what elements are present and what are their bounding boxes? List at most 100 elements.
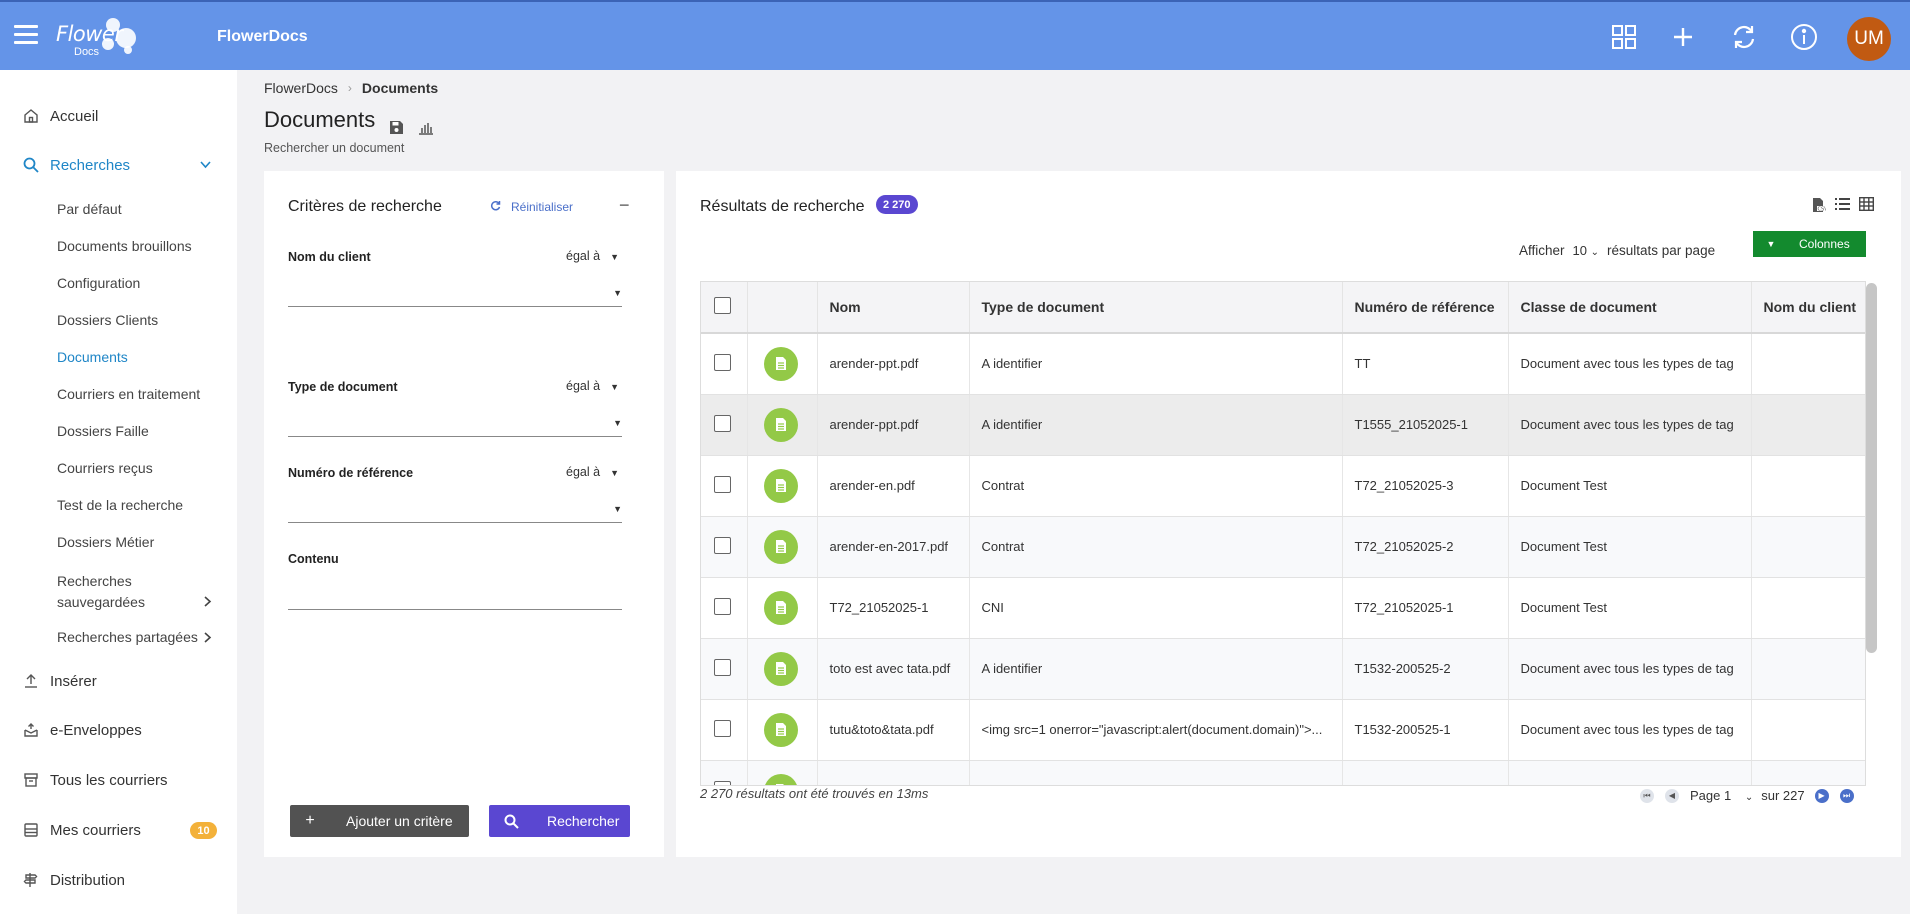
row-checkbox[interactable] [714,475,731,493]
plus-icon[interactable] [1668,22,1698,52]
apps-grid-icon[interactable] [1609,22,1639,52]
info-icon[interactable] [1789,22,1819,52]
cell-numero-reference: T1555_21052025-1 [1342,394,1509,456]
icon-column-header [747,282,818,334]
sidebar-item-mes-courriers[interactable]: Mes courriers 10 [0,815,237,845]
menu-icon[interactable] [14,25,38,45]
envelope-upload-icon [22,721,40,739]
sidebar-subitem-courriers-recus[interactable]: Courriers reçus [57,460,153,476]
row-checkbox[interactable] [714,719,731,737]
sidebar-subitem-dossiers-faille[interactable]: Dossiers Faille [57,423,149,439]
select-all-checkbox[interactable] [714,297,731,314]
per-page-control: Afficher 10 ⌄ résultats par page [1519,243,1715,258]
sidebar-item-e-enveloppes[interactable]: e-Enveloppes [0,715,237,745]
row-checkbox[interactable] [714,536,731,554]
column-header-type-document[interactable]: Type de document [969,282,1343,334]
table-scrollbar[interactable] [1866,283,1877,653]
row-checkbox[interactable] [714,353,731,371]
unread-badge: 10 [190,822,217,839]
cell-nom-client [1751,638,1865,700]
cell-nom-client [1751,577,1865,639]
column-header-classe-document[interactable]: Classe de document [1508,282,1752,334]
sidebar-subitem-par-defaut[interactable]: Par défaut [57,201,122,217]
refresh-icon[interactable] [1729,22,1759,52]
table-row[interactable]: T72_21052025-1 CNI T72_21052025-1 Document … [701,577,1865,639]
numero-reference-field[interactable]: ▼ [288,497,622,523]
chevron-right-icon[interactable] [204,632,212,646]
sidebar-subitem-dossiers-clients[interactable]: Dossiers Clients [57,312,158,328]
home-icon [22,107,40,125]
table-row[interactable]: arender-ppt.pdf A identifier T1555_2105202… [701,394,1865,456]
table-row[interactable]: arender-ppt.pdf A identifier TT Document av… [701,333,1865,395]
page-select[interactable]: Page 1 ⌄ [1690,788,1753,803]
add-criterion-button[interactable]: + Ajouter un critère [290,805,469,837]
chevron-right-icon[interactable] [204,596,212,610]
operator-select-numero-reference[interactable]: égal à ▼ [566,465,619,479]
app-logo[interactable]: Flower Docs [54,16,144,60]
collapse-icon[interactable]: − [619,195,630,216]
cell-nom-client [1751,333,1865,395]
cell-nom-client [1751,455,1865,517]
table-row[interactable]: arender-en-2017.pdf Contrat T72_21052025-2… [701,516,1865,578]
cell-nom: T72_21052025-1 [817,577,970,639]
column-header-nom-client[interactable]: Nom du client [1751,282,1865,334]
sidebar-subitem-configuration[interactable]: Configuration [57,275,140,291]
cell-numero-reference: T72_21052025-1 [1342,577,1509,639]
user-avatar[interactable]: UM [1847,17,1891,61]
row-checkbox-cell [701,760,748,785]
column-header-numero-reference[interactable]: Numéro de référence [1342,282,1509,334]
contenu-field[interactable] [288,584,622,610]
reset-button[interactable]: Réinitialiser [490,200,573,214]
sidebar-subitem-test-recherche[interactable]: Test de la recherche [57,497,183,513]
table-row[interactable]: CNI.jpgCNIvalue0Document TestDUPONT [701,760,1865,785]
sidebar-subitem-documents[interactable]: Documents [57,349,128,365]
sidebar-subitem-recherches-partagees[interactable]: Recherches partagées [57,629,198,645]
sidebar-subitem-documents-brouillons[interactable]: Documents brouillons [57,238,192,254]
next-page-icon[interactable]: ▶ [1814,788,1829,803]
sidebar-item-label: Insérer [50,672,97,690]
search-icon [22,156,40,174]
cell-numero-reference: value0 [1342,760,1509,785]
row-checkbox[interactable] [714,597,731,615]
search-button[interactable]: Rechercher [489,805,630,837]
type-document-field[interactable]: ▼ [288,411,622,437]
breadcrumb-root[interactable]: FlowerDocs [264,80,338,96]
export-csv-icon[interactable]: CSV [1811,197,1828,213]
columns-button[interactable]: ▼ Colonnes [1753,231,1866,257]
sidebar-item-tous-les-courriers[interactable]: Tous les courriers [0,765,237,795]
table-row[interactable]: arender-en.pdf Contrat T72_21052025-3 Docum… [701,455,1865,517]
table-view-icon[interactable] [1858,196,1875,213]
last-page-icon[interactable]: ⏭ [1839,788,1854,803]
sidebar-subitem-dossiers-metier[interactable]: Dossiers Métier [57,534,154,550]
nom-client-field[interactable]: ▼ [288,281,622,307]
list-view-icon[interactable] [1835,197,1851,213]
operator-select-type-document[interactable]: égal à ▼ [566,379,619,393]
caret-down-icon: ▼ [610,382,619,392]
previous-page-icon[interactable]: ◀ [1665,788,1679,803]
cell-type-document: Contrat [969,516,1343,578]
cell-classe-document: Document avec tous les types de tag [1508,638,1752,700]
caret-down-icon: ▼ [613,504,622,514]
sidebar-item-distribution[interactable]: Distribution [0,865,237,895]
cell-classe-document: Document Test [1508,760,1752,785]
table-row[interactable]: toto est avec tata.pdf A identifier T1532-… [701,638,1865,700]
per-page-select[interactable]: 10 ⌄ [1571,243,1601,258]
sidebar-item-inserer[interactable]: Insérer [0,666,237,696]
cell-numero-reference: T72_21052025-2 [1342,516,1509,578]
row-checkbox[interactable] [714,658,731,676]
table-row[interactable]: tutu&toto&tata.pdf <img src=1 onerror="ja… [701,699,1865,761]
cell-type-document: Contrat [969,455,1343,517]
chart-icon[interactable] [418,120,434,136]
sidebar-item-accueil[interactable]: Accueil [0,101,237,131]
column-header-nom[interactable]: Nom [817,282,970,334]
sidebar-subitem-courriers-en-traitement[interactable]: Courriers en traitement [57,386,200,402]
search-criteria-panel: Critères de recherche Réinitialiser − No… [264,171,664,857]
sidebar-subitem-recherches-sauvegardees[interactable]: Recherches sauvegardées [57,571,145,613]
row-checkbox[interactable] [714,414,731,432]
columns-label: Colonnes [1799,237,1850,251]
document-icon [763,590,798,625]
save-icon[interactable] [389,120,405,136]
operator-select-nom-client[interactable]: égal à ▼ [566,249,619,263]
first-page-icon[interactable]: ⏮ [1640,788,1654,803]
sidebar-item-recherches[interactable]: Recherches [0,150,237,180]
